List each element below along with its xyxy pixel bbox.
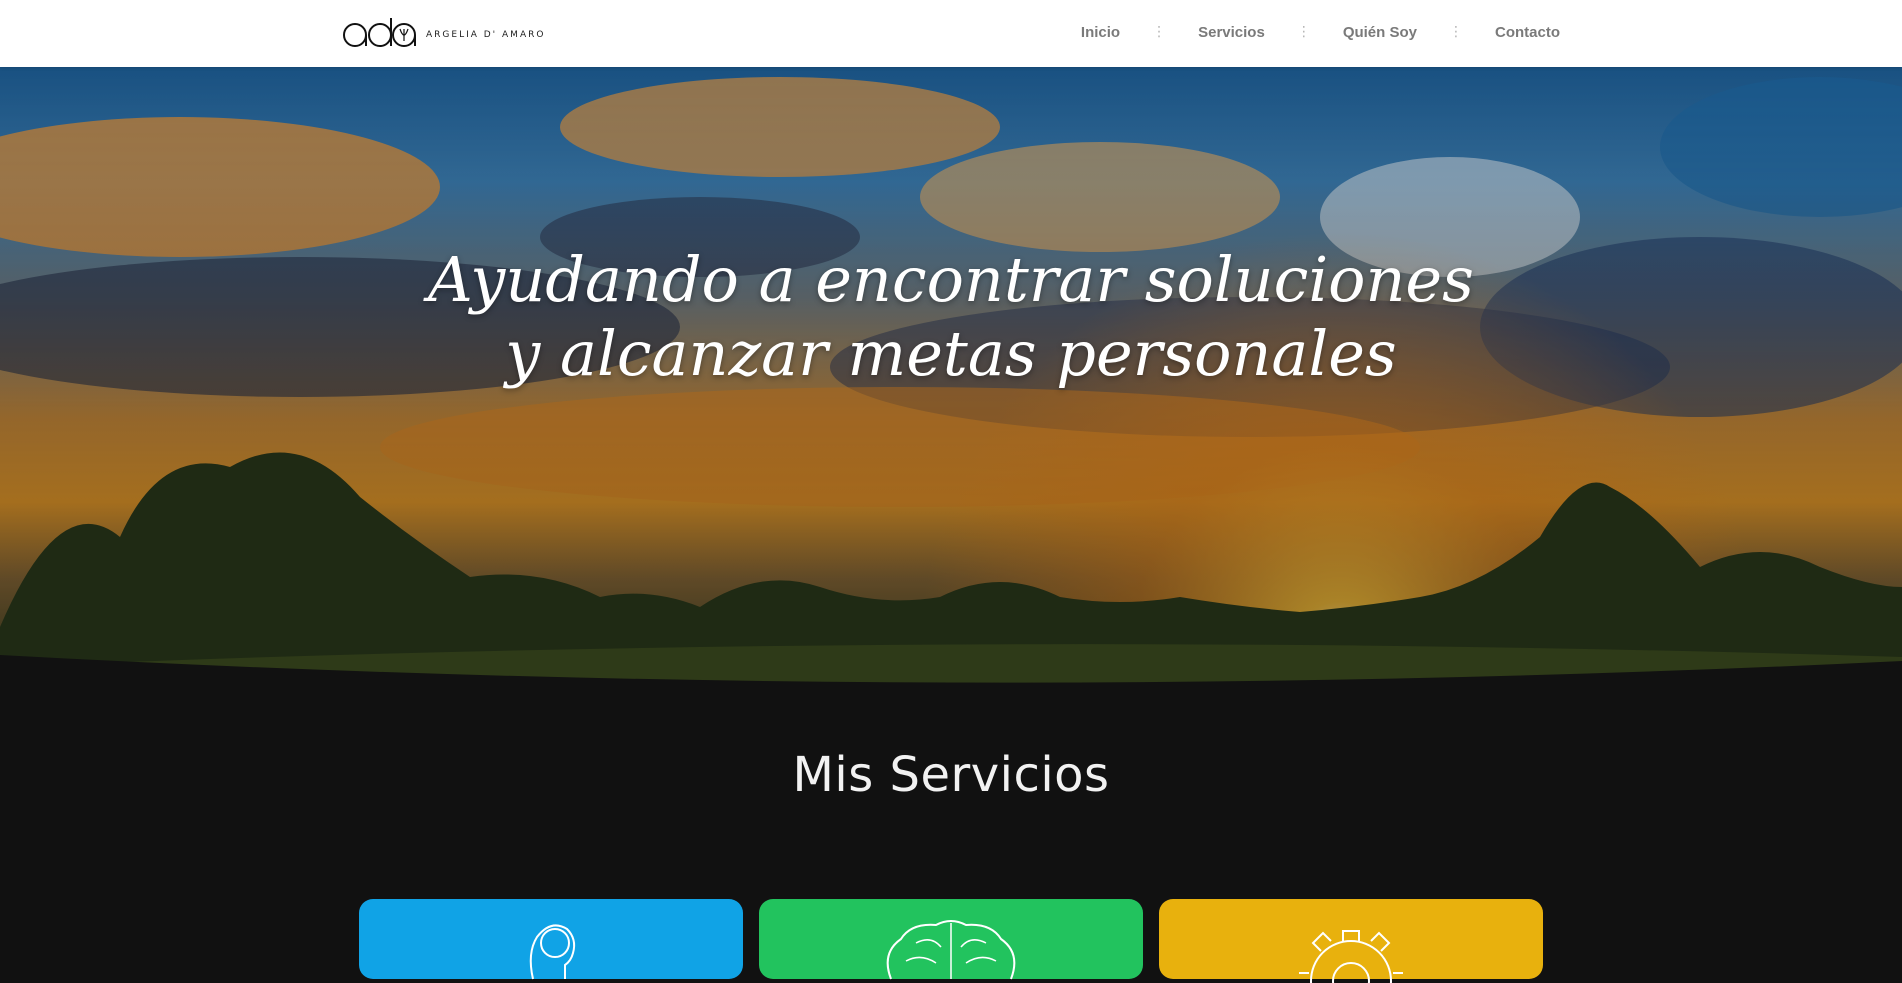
nav-separator: ⋮ xyxy=(1296,24,1311,40)
services-heading: Mis Servicios xyxy=(792,747,1110,803)
nav-servicios[interactable]: Servicios xyxy=(1188,24,1275,41)
head-profile-icon xyxy=(529,924,576,980)
gear-icon xyxy=(1299,930,1403,983)
main-nav: Inicio ⋮ Servicios ⋮ Quién Soy ⋮ Contact… xyxy=(1071,0,1560,64)
service-card-2[interactable] xyxy=(759,899,1143,980)
logo-monogram-icon xyxy=(343,18,416,47)
nav-inicio[interactable]: Inicio xyxy=(1071,24,1130,41)
hero-banner: Ayudando a encontrar soluciones y alcanz… xyxy=(0,67,1902,707)
brain-icon xyxy=(886,920,1016,980)
logo-text: ARGELIA D' AMARO xyxy=(426,30,546,40)
service-card-1[interactable] xyxy=(359,899,743,980)
hero-line-1: Ayudando a encontrar soluciones xyxy=(428,243,1474,316)
nav-contacto[interactable]: Contacto xyxy=(1485,24,1560,41)
nav-separator: ⋮ xyxy=(1449,24,1463,40)
nav-quien-soy[interactable]: Quién Soy xyxy=(1333,24,1427,41)
site-logo[interactable]: ARGELIA D' AMARO xyxy=(342,14,545,50)
site-header: ARGELIA D' AMARO Inicio ⋮ Servicios ⋮ Qu… xyxy=(0,0,1902,67)
hero-headline: Ayudando a encontrar soluciones y alcanz… xyxy=(0,243,1902,391)
service-card-3[interactable] xyxy=(1159,899,1543,983)
nav-separator: ⋮ xyxy=(1152,24,1167,40)
hero-line-2: y alcanzar metas personales xyxy=(505,317,1397,390)
